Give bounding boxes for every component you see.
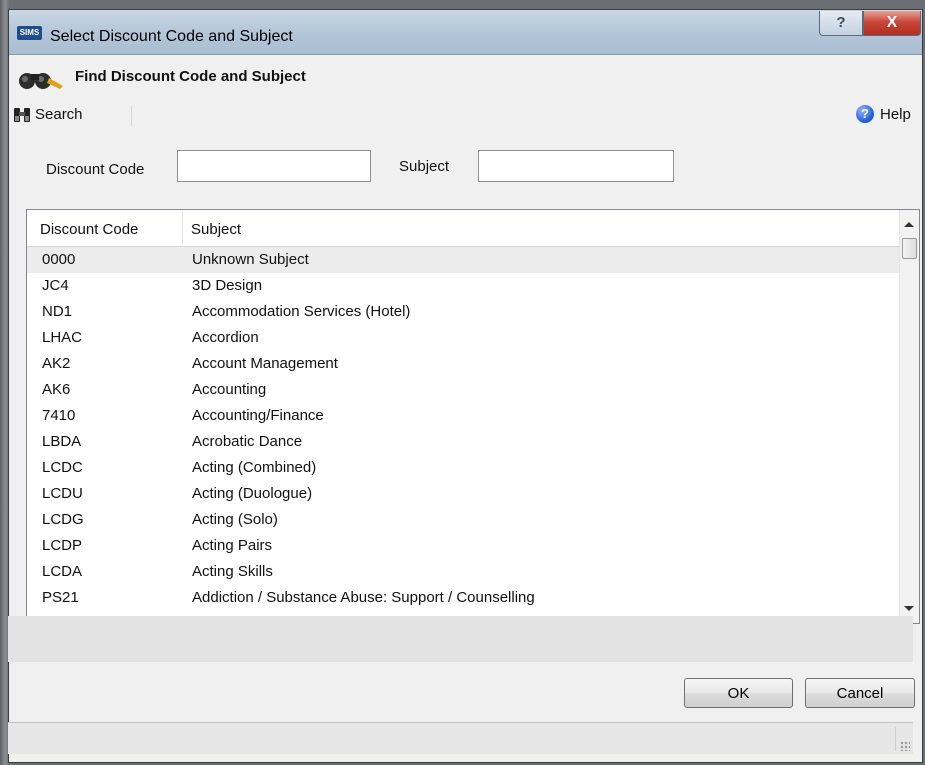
cell-subject: Accommodation Services (Hotel) [192,303,411,320]
table-row[interactable]: ND1 Accommodation Services (Hotel) [27,299,901,325]
grid-footer-band [8,616,913,662]
cell-discount-code: AK2 [42,355,71,372]
cell-subject: Acrobatic Dance [192,433,303,450]
table-row[interactable]: AK2 Account Management [27,351,901,377]
cell-discount-code: PS21 [42,589,79,606]
discount-code-label: Discount Code [46,161,145,178]
cell-subject: Acting Skills [192,563,273,580]
status-divider [895,727,896,751]
scroll-thumb[interactable] [902,238,917,259]
toolbar-divider [131,106,132,126]
status-bar [8,722,913,754]
cell-discount-code: LHAC [42,329,83,346]
cell-subject: Accounting [192,381,267,398]
subject-label: Subject [399,158,450,175]
cell-discount-code: 7410 [42,407,76,424]
table-row[interactable]: JC4 3D Design [27,273,901,299]
cell-discount-code: LCDP [42,537,83,554]
grid-rows: 0000 Unknown Subject JC4 3D Design ND1 Accomm… [27,247,901,623]
cell-subject: Acting (Combined) [192,459,317,476]
table-row[interactable]: 7410 Accounting/Finance [27,403,901,429]
ok-button[interactable]: OK [684,678,793,708]
table-row[interactable]: LBDA Acrobatic Dance [27,429,901,455]
table-row[interactable]: LCDC Acting (Combined) [27,455,901,481]
cell-subject: Acting (Duologue) [192,485,313,502]
grid-header: Discount Code Subject [27,210,901,247]
table-row[interactable]: LCDP Acting Pairs [27,533,901,559]
table-row[interactable]: PS21 Addiction / Substance Abuse: Support… [27,585,901,611]
column-divider[interactable] [182,210,183,245]
binoculars-icon [13,68,67,94]
sims-app-icon: SIMS [17,26,42,40]
table-row[interactable]: LCDU Acting (Duologue) [27,481,901,507]
cell-discount-code: AK6 [42,381,71,398]
table-row[interactable]: LCDA Acting Skills [27,559,901,585]
table-row[interactable]: 0000 Unknown Subject [27,247,901,273]
scroll-up-icon[interactable] [904,222,914,227]
cell-discount-code: JC4 [42,277,69,294]
cell-subject: Acting Pairs [192,537,273,554]
cell-discount-code: LCDA [42,563,83,580]
results-grid: Discount Code Subject 0000 Unknown Subjec… [26,209,920,624]
help-icon: ? [856,105,874,123]
cell-subject: Accounting/Finance [192,407,324,424]
table-row[interactable]: AK6 Accounting [27,377,901,403]
title-bar[interactable]: SIMS Select Discount Code and Subject ? … [9,10,922,55]
cell-subject: Addiction / Substance Abuse: Support / C… [192,589,535,606]
title-help-button[interactable]: ? [819,11,863,36]
window-title: Select Discount Code and Subject [50,28,293,45]
cell-discount-code: LCDU [42,485,83,502]
scroll-down-icon[interactable] [904,606,914,611]
binoculars-search-icon [13,106,31,128]
vertical-scrollbar[interactable] [899,210,919,623]
cell-subject: Acting (Solo) [192,511,278,528]
cell-discount-code: ND1 [42,303,73,320]
cell-subject: 3D Design [192,277,263,294]
table-row[interactable]: LHAC Accordion [27,325,901,351]
resize-grip-icon[interactable] [900,741,910,751]
column-header-discount-code[interactable]: Discount Code [40,221,138,238]
cell-discount-code: LCDG [42,511,84,528]
search-label: Search [35,106,83,123]
toolbar: Search ? Help [13,104,918,128]
help-label: Help [880,106,911,123]
panel-title: Find Discount Code and Subject [75,68,306,85]
cell-discount-code: LBDA [42,433,82,450]
discount-code-input[interactable] [177,150,371,182]
column-header-subject[interactable]: Subject [191,221,241,238]
subject-input[interactable] [478,150,674,182]
cell-subject: Unknown Subject [192,251,309,268]
cell-subject: Account Management [192,355,338,372]
cell-discount-code: LCDC [42,459,83,476]
close-button[interactable]: X [863,11,921,36]
cancel-button[interactable]: Cancel [805,678,915,708]
table-row[interactable]: LCDG Acting (Solo) [27,507,901,533]
cell-subject: Accordion [192,329,259,346]
cell-discount-code: 0000 [42,251,76,268]
